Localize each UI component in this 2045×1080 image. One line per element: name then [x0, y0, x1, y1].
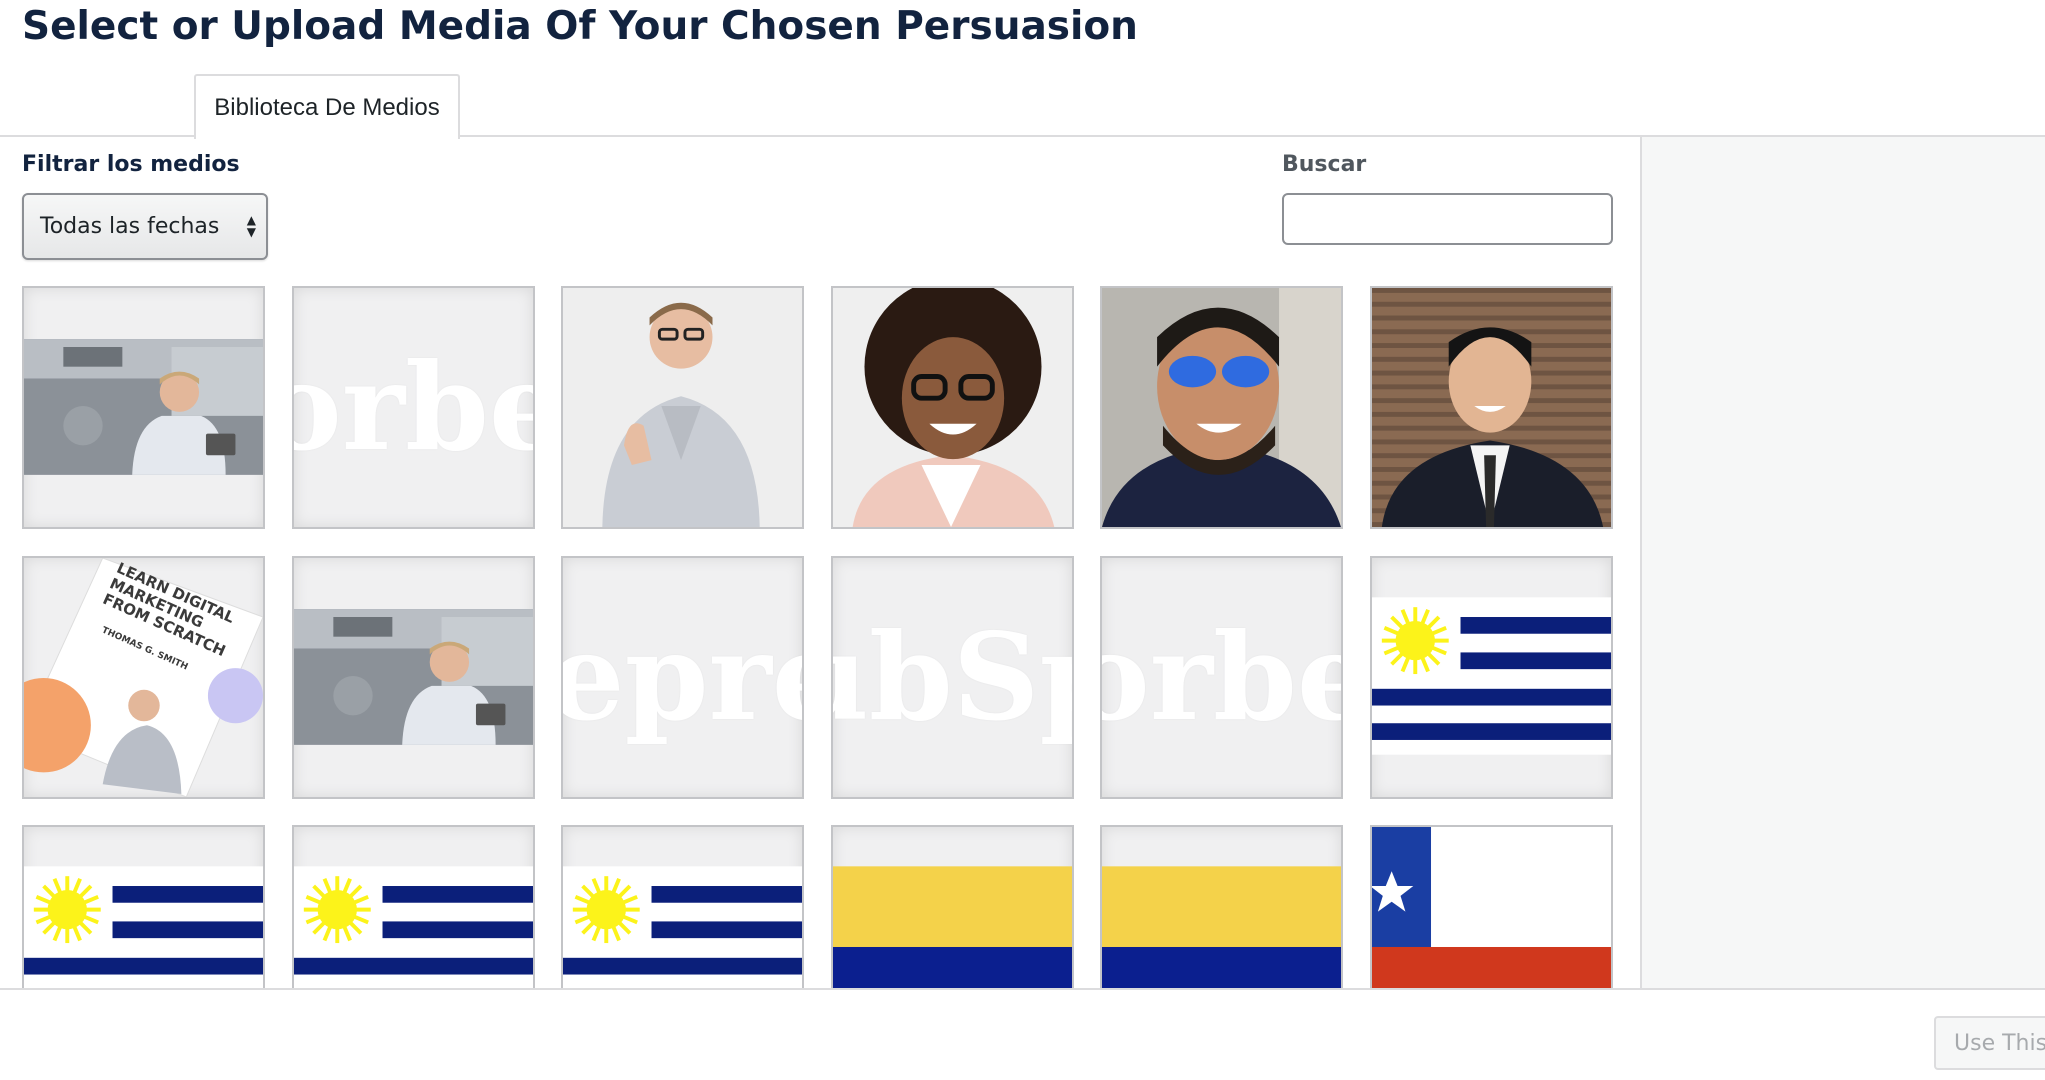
logo-wordmark: ubSp	[833, 607, 1072, 748]
media-thumbnail-flag-colombia[interactable]	[1100, 825, 1343, 988]
media-grid: orbeLEARN DIGITAL MARKETING FROM SCRATCH…	[22, 286, 1618, 988]
media-thumbnail-flag-uruguay[interactable]	[292, 825, 535, 988]
logo-wordmark: orbe	[1102, 607, 1341, 748]
logo-wordmark: trepren	[563, 607, 802, 748]
media-thumbnail-logo[interactable]: ubSp	[831, 556, 1074, 799]
use-this-button[interactable]: Use This	[1934, 1016, 2045, 1070]
media-thumbnail-flag-chile[interactable]	[1370, 825, 1613, 988]
media-thumbnail-ebook-cover[interactable]: LEARN DIGITAL MARKETING FROM SCRATCH THOM…	[22, 556, 265, 799]
media-thumbnail-logo[interactable]: orbe	[292, 286, 535, 529]
filter-label: Filtrar los medios	[22, 152, 240, 177]
media-thumbnail-logo[interactable]: orbe	[1100, 556, 1343, 799]
media-thumbnail-flag-uruguay[interactable]	[22, 825, 265, 988]
search-label: Buscar	[1282, 152, 1367, 177]
media-thumbnail-photo-man-thumbsup[interactable]	[561, 286, 804, 529]
media-thumbnail-photo-woman-glasses[interactable]	[831, 286, 1074, 529]
media-thumbnail-photo-man-sunglasses[interactable]	[1100, 286, 1343, 529]
modal-title: Select or Upload Media Of Your Chosen Pe…	[22, 4, 1138, 49]
media-thumbnail-flag-colombia[interactable]	[831, 825, 1074, 988]
media-thumbnail-flag-uruguay[interactable]	[1370, 556, 1613, 799]
search-input[interactable]	[1282, 193, 1613, 245]
attachment-details-sidebar	[1640, 137, 2045, 989]
date-filter-select[interactable]: Todas las fechas ▲ ▼	[22, 193, 268, 260]
media-thumbnail-photo-man-suit[interactable]	[1370, 286, 1613, 529]
media-thumbnail-flag-uruguay[interactable]	[561, 825, 804, 988]
modal-footer	[0, 988, 2045, 1080]
media-thumbnail-photo-man-tablet[interactable]	[22, 286, 265, 529]
date-filter-value: Todas las fechas	[40, 214, 220, 239]
media-thumbnail-logo[interactable]: trepren	[561, 556, 804, 799]
select-arrows-icon: ▲ ▼	[246, 213, 256, 239]
media-thumbnail-photo-man-tablet[interactable]	[292, 556, 535, 799]
logo-wordmark: orbe	[294, 337, 533, 478]
tab-media-library[interactable]: Biblioteca De Medios	[194, 74, 460, 139]
